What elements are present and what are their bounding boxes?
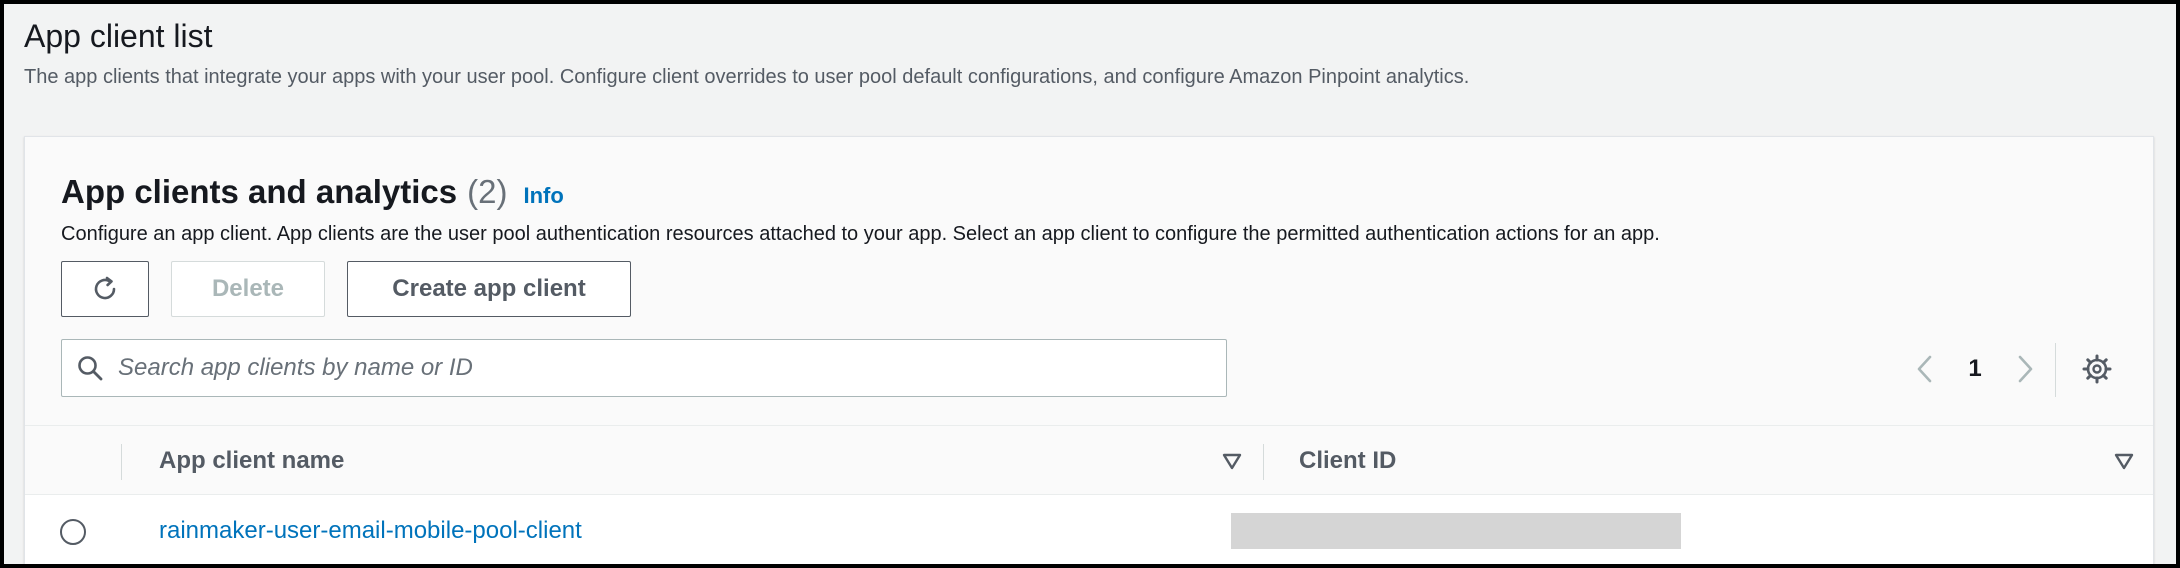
app-client-name-link[interactable]: rainmaker-user-email-mobile-pool-client [159, 517, 582, 545]
app-clients-panel: App clients and analytics (2) Info Confi… [24, 136, 2154, 564]
search-box [61, 339, 1227, 397]
column-header-client-id[interactable]: Client ID [1299, 426, 1396, 496]
refresh-icon [94, 276, 116, 300]
search-input[interactable] [118, 354, 1198, 382]
refresh-button[interactable] [61, 261, 149, 317]
table-settings-button[interactable] [2077, 349, 2117, 389]
row-select-radio[interactable] [60, 519, 86, 545]
chevron-right-icon [2018, 355, 2033, 383]
search-icon [78, 356, 103, 381]
page-title: App client list [24, 18, 213, 54]
panel-count: (2) [467, 173, 508, 210]
column-divider [121, 444, 122, 480]
pager-divider [2055, 343, 2056, 397]
panel-header: App clients and analytics (2) Info [61, 173, 564, 211]
panel-description: Configure an app client. App clients are… [61, 223, 1660, 245]
sort-descending-icon[interactable] [2113, 450, 2135, 472]
chevron-left-icon [1917, 355, 1932, 383]
client-id-redacted [1231, 513, 1681, 549]
app-client-list-page: App client list The app clients that int… [0, 0, 2180, 568]
table-header: App client name Client ID [25, 425, 2153, 495]
pagination: 1 [1905, 349, 2045, 389]
create-app-client-button[interactable]: Create app client [347, 261, 631, 317]
current-page-number[interactable]: 1 [1945, 355, 2005, 383]
delete-button[interactable]: Delete [171, 261, 325, 317]
column-divider [1263, 444, 1264, 480]
info-link[interactable]: Info [523, 183, 563, 209]
sort-descending-icon[interactable] [1221, 450, 1243, 472]
next-page-button[interactable] [2005, 349, 2045, 389]
table-row[interactable]: rainmaker-user-email-mobile-pool-client [25, 495, 2153, 564]
column-header-app-client-name[interactable]: App client name [159, 426, 344, 496]
page-description: The app clients that integrate your apps… [24, 66, 1470, 88]
panel-title: App clients and analytics [61, 173, 458, 210]
previous-page-button[interactable] [1905, 349, 1945, 389]
gear-icon [2082, 354, 2112, 384]
